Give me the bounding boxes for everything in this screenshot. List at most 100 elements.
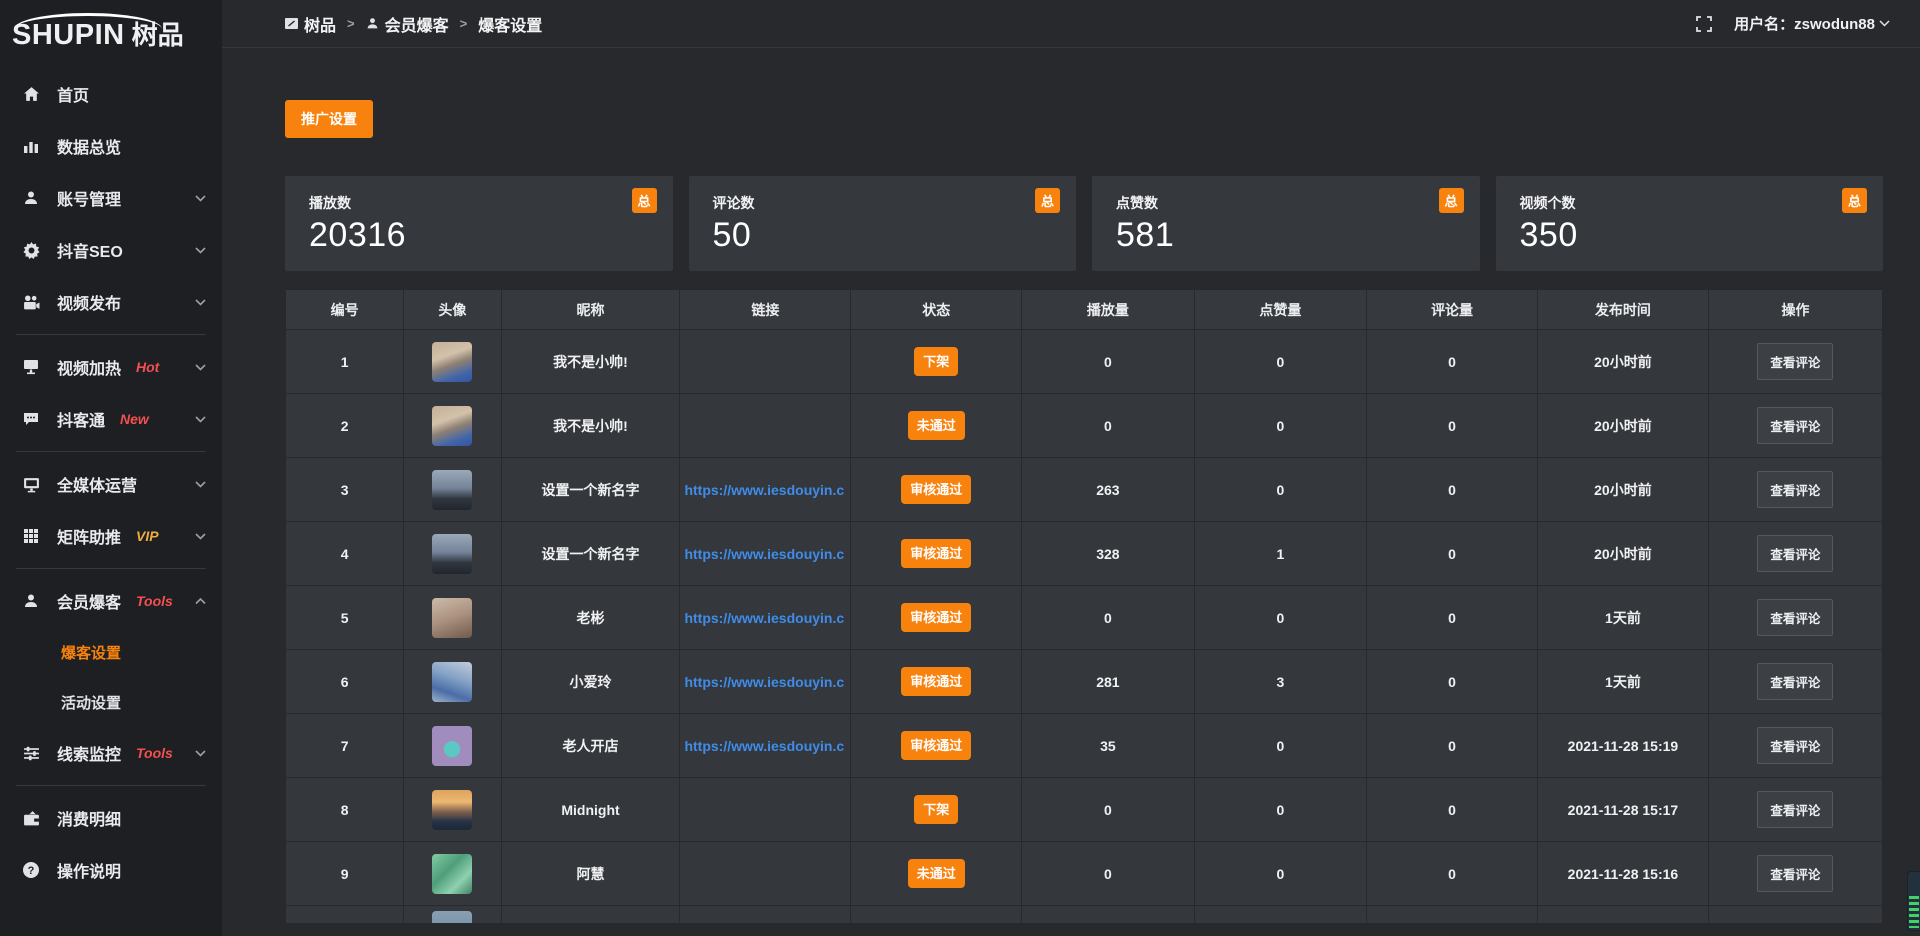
table-row: 3 设置一个新名字 https://www.iesdouyin.c 审核通过 2… [286, 458, 1883, 522]
table-header-row: 编号 头像 昵称 链接 状态 播放量 点赞量 评论量 发布时间 操作 [286, 290, 1883, 330]
sidebar-item-media-operation[interactable]: 全媒体运营 [0, 458, 222, 510]
cell-id: 9 [286, 842, 404, 906]
user-menu[interactable]: 用户名：zswodun88 [1734, 13, 1890, 34]
view-comments-button[interactable]: 查看评论 [1757, 599, 1833, 636]
promo-settings-button[interactable]: 推广设置 [285, 100, 373, 138]
cell-time: 2021-11-28 15:19 [1538, 714, 1709, 778]
video-link[interactable]: https://www.iesdouyin.c [680, 546, 850, 562]
sidebar-item-video-publish[interactable]: 视频发布 [0, 276, 222, 328]
hot-tag: Hot [136, 359, 159, 375]
cell-link: https://www.iesdouyin.c [680, 714, 851, 778]
view-comments-button[interactable]: 查看评论 [1757, 471, 1833, 508]
cell-link [680, 778, 851, 842]
sidebar-item-account-manage[interactable]: 账号管理 [0, 172, 222, 224]
avatar [432, 598, 472, 638]
cell-plays: 0 [1022, 586, 1194, 650]
vip-tag: VIP [136, 528, 159, 544]
cell-likes: 0 [1194, 714, 1366, 778]
cell-plays: 0 [1022, 842, 1194, 906]
sidebar-item-member-baoke[interactable]: 会员爆客 Tools [0, 575, 222, 627]
chevron-down-icon [195, 293, 206, 311]
cell-likes: 0 [1194, 842, 1366, 906]
video-link[interactable]: https://www.iesdouyin.c [680, 482, 850, 498]
sidebar-item-data-overview[interactable]: 数据总览 [0, 120, 222, 172]
sidebar-item-spend-details[interactable]: 消费明细 [0, 792, 222, 844]
sidebar-subitem-baoke-settings[interactable]: 爆客设置 [0, 627, 222, 677]
chevron-down-icon [195, 241, 206, 259]
cell-plays: 328 [1022, 522, 1194, 586]
cell-avatar [404, 906, 501, 924]
cell-id [286, 906, 404, 924]
view-comments-button[interactable]: 查看评论 [1757, 727, 1833, 764]
sidebar-subitem-activity-settings[interactable]: 活动设置 [0, 677, 222, 727]
cell-id: 4 [286, 522, 404, 586]
sidebar-item-matrix-boost[interactable]: 矩阵助推 VIP [0, 510, 222, 562]
col-id: 编号 [286, 290, 404, 330]
video-link[interactable]: https://www.iesdouyin.c [680, 610, 850, 626]
table-row: 4 设置一个新名字 https://www.iesdouyin.c 审核通过 3… [286, 522, 1883, 586]
chevron-down-icon [195, 744, 206, 762]
cell-actions: 查看评论 [1708, 842, 1882, 906]
fullscreen-icon[interactable] [1696, 16, 1712, 32]
cell-comments: 0 [1367, 842, 1538, 906]
gear-icon [22, 241, 40, 259]
top-header: 树品 > 会员爆客 > 爆客设置 用户名：zswodun88 [222, 0, 1920, 48]
cell-time: 1天前 [1538, 586, 1709, 650]
table-row: 6 小爱玲 https://www.iesdouyin.c 审核通过 281 3… [286, 650, 1883, 714]
sidebar-item-help[interactable]: ? 操作说明 [0, 844, 222, 896]
view-comments-button[interactable]: 查看评论 [1757, 535, 1833, 572]
view-comments-button[interactable]: 查看评论 [1757, 855, 1833, 892]
chevron-down-icon [195, 358, 206, 376]
cell-nickname: 阿慧 [501, 842, 680, 906]
sidebar-item-douketong[interactable]: 抖客通 New [0, 393, 222, 445]
cell-avatar [404, 778, 501, 842]
view-comments-button[interactable]: 查看评论 [1757, 791, 1833, 828]
view-comments-button[interactable]: 查看评论 [1757, 407, 1833, 444]
breadcrumb-item-member-baoke[interactable]: 会员爆客 [366, 12, 449, 36]
video-link[interactable]: https://www.iesdouyin.c [680, 674, 850, 690]
sidebar-item-douyin-seo[interactable]: 抖音SEO [0, 224, 222, 276]
bar-chart-icon [22, 137, 40, 155]
cell-plays: 281 [1022, 650, 1194, 714]
total-badge: 总 [632, 188, 657, 213]
cell-nickname: Midnight [501, 778, 680, 842]
cell-plays: 0 [1022, 394, 1194, 458]
view-comments-button[interactable]: 查看评论 [1757, 343, 1833, 380]
cell-time: 20小时前 [1538, 330, 1709, 394]
cell-nickname: 小爱玲 [501, 650, 680, 714]
sidebar-item-home[interactable]: 首页 [0, 68, 222, 120]
sidebar-item-video-heat[interactable]: 视频加热 Hot [0, 341, 222, 393]
cell-actions [1708, 906, 1882, 924]
cell-status: 审核通过 [851, 586, 1022, 650]
cell-likes: 0 [1194, 778, 1366, 842]
stat-value: 20316 [309, 216, 657, 255]
col-publish-time: 发布时间 [1538, 290, 1709, 330]
cell-time: 2021-11-28 15:16 [1538, 842, 1709, 906]
cell-time: 1天前 [1538, 650, 1709, 714]
cell-actions: 查看评论 [1708, 458, 1882, 522]
divider [16, 334, 206, 335]
table-row [286, 906, 1883, 924]
cell-avatar [404, 650, 501, 714]
cell-actions: 查看评论 [1708, 394, 1882, 458]
status-badge: 下架 [914, 347, 958, 376]
divider [16, 785, 206, 786]
cell-time: 20小时前 [1538, 394, 1709, 458]
cell-nickname: 设置一个新名字 [501, 522, 680, 586]
breadcrumb-separator: > [460, 16, 468, 31]
cell-status: 审核通过 [851, 714, 1022, 778]
sidebar-item-lead-monitor[interactable]: 线索监控 Tools [0, 727, 222, 779]
avatar [432, 662, 472, 702]
breadcrumb-item-shupin[interactable]: 树品 [285, 12, 336, 36]
cell-avatar [404, 714, 501, 778]
video-link[interactable]: https://www.iesdouyin.c [680, 738, 850, 754]
status-badge: 审核通过 [901, 667, 971, 696]
cell-id: 6 [286, 650, 404, 714]
stat-value: 581 [1116, 216, 1464, 255]
view-comments-button[interactable]: 查看评论 [1757, 663, 1833, 700]
chevron-down-icon [1879, 20, 1890, 27]
floating-widget[interactable] [1907, 871, 1920, 931]
cell-comments: 0 [1367, 394, 1538, 458]
status-badge: 审核通过 [901, 731, 971, 760]
divider [16, 451, 206, 452]
